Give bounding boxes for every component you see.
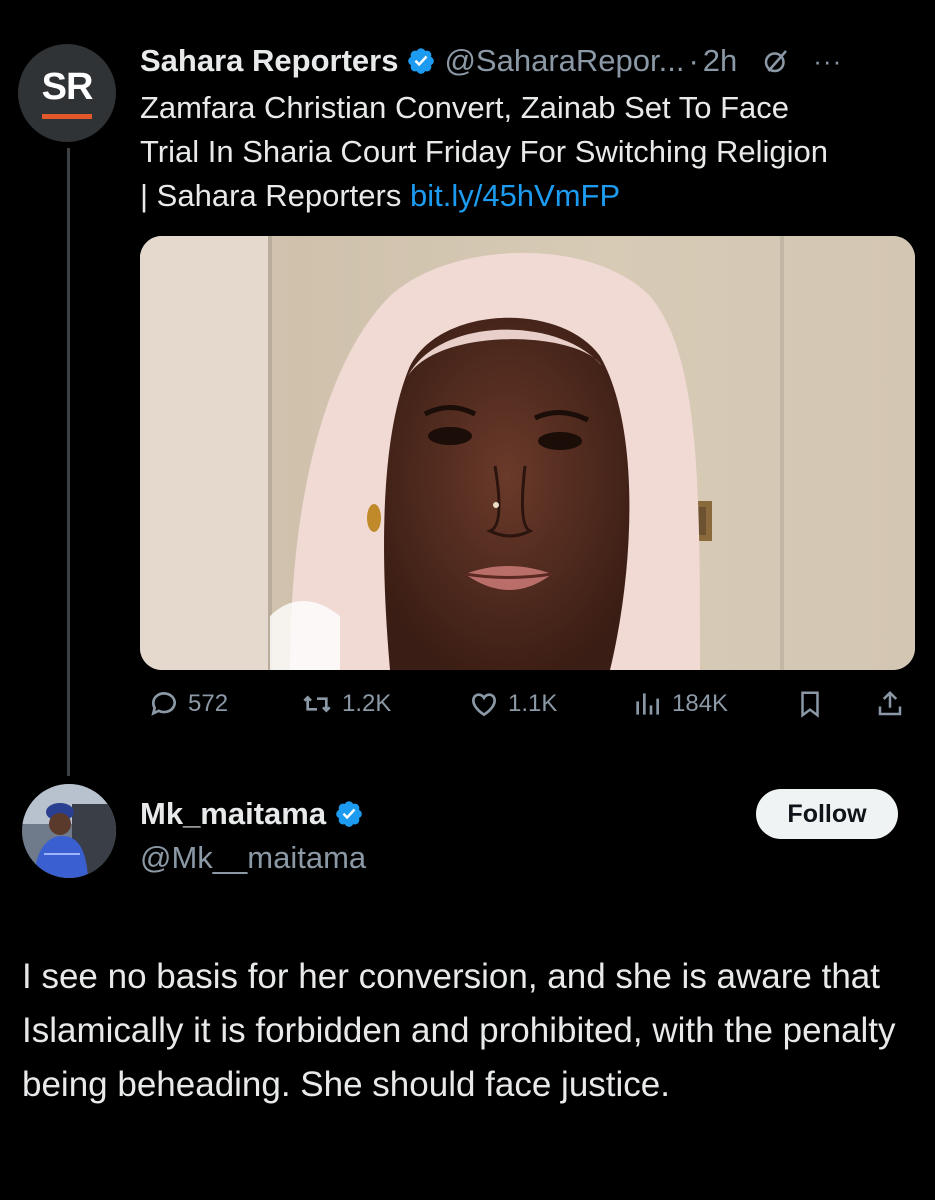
like-count: 1.1K: [508, 690, 558, 717]
reply-author-handle[interactable]: @Mk__maitama: [140, 840, 372, 876]
analytics-icon: [636, 693, 659, 715]
bookmark-button[interactable]: [795, 688, 833, 720]
tweet-link[interactable]: bit.ly/45hVmFP: [410, 178, 620, 213]
reply-author-name[interactable]: Mk_maitama: [140, 796, 326, 832]
reply-button[interactable]: 572: [148, 688, 228, 720]
video-thumbnail: [140, 236, 915, 670]
reply-name-row: Mk_maitama: [140, 794, 372, 834]
verified-badge-icon: [408, 48, 435, 74]
verified-badge-icon: [336, 801, 362, 827]
reply-avatar[interactable]: [22, 784, 116, 878]
reply-header: Mk_maitama @Mk__maitama: [140, 794, 372, 876]
tweet-actions: 572 1.2K 1.1K 184K: [140, 688, 915, 732]
profile-photo: [22, 784, 116, 878]
original-tweet[interactable]: Sahara Reporters @SaharaRepor... · 2h ··…: [140, 40, 920, 218]
repost-count: 1.2K: [342, 690, 392, 717]
repost-icon: [303, 695, 331, 713]
timestamp[interactable]: 2h: [703, 43, 737, 79]
tweet-text-line: Zamfara Christian Convert, Zainab Set To…: [140, 90, 789, 125]
tweet-media-image[interactable]: [140, 236, 915, 670]
heart-icon: [471, 693, 497, 717]
like-button[interactable]: 1.1K: [468, 688, 557, 720]
avatar[interactable]: SR: [18, 44, 116, 142]
avatar-logo-bar: [42, 113, 92, 119]
view-count: 184K: [672, 690, 729, 717]
tweet-text: Zamfara Christian Convert, Zainab Set To…: [140, 86, 920, 218]
author-name[interactable]: Sahara Reporters: [140, 43, 398, 79]
tweet-text-line: Trial In Sharia Court Friday For Switchi…: [140, 134, 828, 169]
tweet-text-line: | Sahara Reporters bit.ly/45hVmFP: [140, 174, 920, 218]
grok-icon[interactable]: [761, 46, 791, 76]
reply-count: 572: [188, 690, 229, 717]
avatar-logo-text: SR: [41, 65, 94, 108]
reply-text: I see no basis for her conversion, and s…: [22, 957, 896, 1104]
views-button[interactable]: 184K: [630, 688, 728, 720]
separator-dot: ·: [688, 43, 699, 78]
thread-line: [67, 148, 70, 776]
tweet-text-line-part: | Sahara Reporters: [140, 178, 410, 213]
more-options-icon[interactable]: ···: [813, 46, 842, 77]
follow-button[interactable]: Follow: [756, 789, 898, 839]
share-button[interactable]: [875, 688, 913, 720]
reply-icon: [151, 692, 176, 716]
bookmark-icon: [801, 691, 819, 718]
tweet-header: Sahara Reporters @SaharaRepor... · 2h ··…: [140, 40, 920, 82]
share-icon: [878, 690, 902, 716]
repost-button[interactable]: 1.2K: [300, 688, 391, 720]
author-handle[interactable]: @SaharaRepor...: [444, 43, 684, 79]
